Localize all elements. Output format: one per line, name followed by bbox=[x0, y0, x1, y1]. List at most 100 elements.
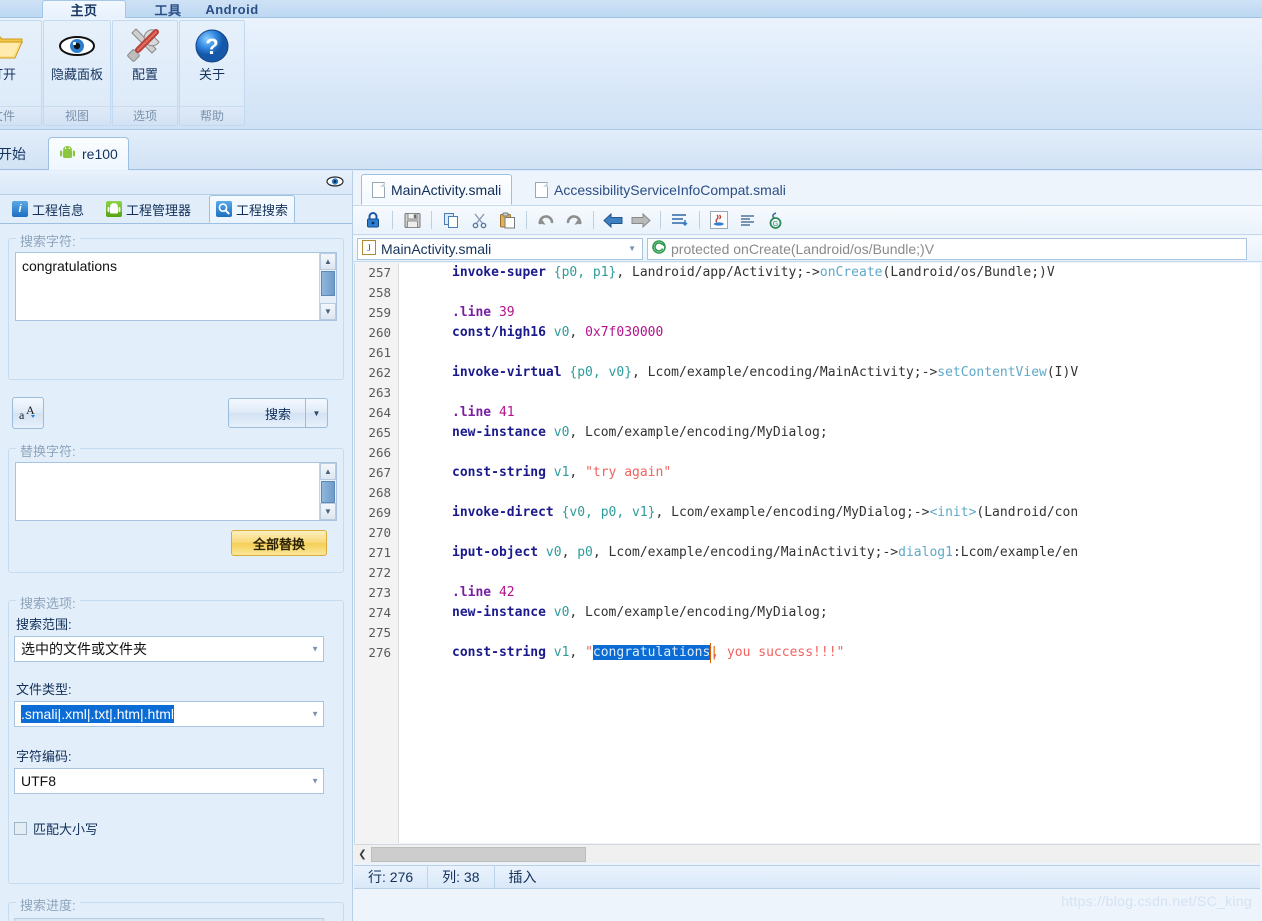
scroll-left-icon[interactable]: ❮ bbox=[354, 846, 371, 863]
ribbon-tab-home-label: 主页 bbox=[70, 3, 98, 18]
code-content[interactable]: invoke-super {p0, p1}, Landroid/app/Acti… bbox=[400, 263, 1260, 663]
code-line[interactable]: const-string v1, "congratulations|, you … bbox=[400, 643, 1260, 663]
align-icon[interactable] bbox=[735, 208, 759, 232]
sidebar-tab-project-info[interactable]: i 工程信息 bbox=[6, 195, 90, 223]
chevron-down-icon[interactable]: ▼ bbox=[311, 777, 319, 786]
code-line[interactable]: iput-object v0, p0, Lcom/example/encodin… bbox=[400, 543, 1260, 563]
code-line[interactable]: new-instance v0, Lcom/example/encoding/M… bbox=[400, 603, 1260, 623]
code-token: :Lcom/example/en bbox=[952, 545, 1079, 560]
code-line[interactable] bbox=[400, 623, 1260, 643]
sidebar-tab-project-manager[interactable]: 工程管理器 bbox=[100, 195, 197, 223]
code-token: <init> bbox=[929, 505, 977, 520]
ribbon-button-open[interactable]: 打开 文件 bbox=[0, 20, 42, 126]
paste-icon[interactable] bbox=[495, 208, 519, 232]
list-format-icon[interactable] bbox=[668, 208, 692, 232]
code-line[interactable]: .line 39 bbox=[400, 303, 1260, 323]
file-select[interactable]: J MainActivity.smali ▼ bbox=[357, 237, 643, 260]
code-line[interactable] bbox=[400, 283, 1260, 303]
line-number: 268 bbox=[368, 485, 391, 500]
editor-horizontal-scrollbar[interactable]: ❮ bbox=[354, 844, 1260, 863]
left-panel-header bbox=[0, 171, 352, 195]
cut-icon[interactable] bbox=[467, 208, 491, 232]
code-line[interactable]: invoke-direct {v0, p0, v1}, Lcom/example… bbox=[400, 503, 1260, 523]
code-editor[interactable]: 257 258 259 260 261 262 263 264 265 266 267 268 269 2… bbox=[354, 263, 1260, 843]
back-arrow-icon[interactable] bbox=[601, 208, 625, 232]
ribbon-about-label: 关于 bbox=[198, 67, 225, 82]
hide-panel-eye-icon[interactable] bbox=[326, 175, 344, 191]
line-number: 257 bbox=[368, 265, 391, 280]
replace-input-scrollbar[interactable]: ▲ ▼ bbox=[319, 463, 336, 520]
ribbon-hide-panel-label: 隐藏面板 bbox=[50, 67, 103, 82]
code-line[interactable]: .line 42 bbox=[400, 583, 1260, 603]
code-line[interactable]: const-string v1, "try again" bbox=[400, 463, 1260, 483]
scroll-up-icon[interactable]: ▲ bbox=[320, 253, 336, 270]
sidebar-tab-project-manager-label: 工程管理器 bbox=[126, 202, 192, 218]
code-line[interactable] bbox=[400, 563, 1260, 583]
code-line[interactable]: .line 41 bbox=[400, 403, 1260, 423]
scroll-down-icon[interactable]: ▼ bbox=[320, 303, 336, 320]
line-number: 272 bbox=[368, 565, 391, 580]
code-line[interactable]: invoke-super {p0, p1}, Landroid/app/Acti… bbox=[400, 263, 1260, 283]
lock-icon[interactable] bbox=[361, 208, 385, 232]
code-line[interactable] bbox=[400, 343, 1260, 363]
search-scope-select[interactable]: 选中的文件或文件夹 ▼ bbox=[14, 636, 324, 662]
code-line[interactable] bbox=[400, 443, 1260, 463]
ribbon-tab-android[interactable]: Android bbox=[190, 0, 274, 18]
ribbon-button-hide-panel[interactable]: 隐藏面板 视图 bbox=[43, 20, 111, 126]
sidebar-tab-project-search[interactable]: 工程搜索 bbox=[209, 195, 296, 223]
search-scope-value: 选中的文件或文件夹 bbox=[21, 641, 147, 657]
code-line[interactable]: invoke-virtual {p0, v0}, Lcom/example/en… bbox=[400, 363, 1260, 383]
chevron-down-icon[interactable]: ▼ bbox=[311, 645, 319, 654]
chevron-down-icon[interactable]: ▼ bbox=[628, 244, 636, 253]
encoding-select[interactable]: UTF8 ▼ bbox=[14, 768, 324, 794]
scroll-up-icon[interactable]: ▲ bbox=[320, 463, 336, 480]
ribbon-open-label: 打开 bbox=[0, 67, 16, 82]
save-icon[interactable] bbox=[400, 208, 424, 232]
match-case-label: 匹配大小写 bbox=[33, 822, 99, 837]
search-input[interactable]: congratulations ▲ ▼ bbox=[15, 252, 337, 321]
code-token: (Landroid/con bbox=[976, 505, 1079, 520]
editor-tab-accessibility[interactable]: AccessibilityServiceInfoCompat.smali bbox=[525, 174, 796, 205]
search-button[interactable]: 搜索 ▼ bbox=[228, 398, 328, 428]
file-type-select[interactable]: .smali|.xml|.txt|.htm|.html ▼ bbox=[14, 701, 324, 727]
match-case-checkbox-row[interactable]: 匹配大小写 bbox=[14, 819, 98, 838]
java-icon[interactable] bbox=[707, 208, 731, 232]
replace-input[interactable]: ▲ ▼ bbox=[15, 462, 337, 521]
search-input-scrollbar[interactable]: ▲ ▼ bbox=[319, 253, 336, 320]
project-search-pane: 搜索字符: congratulations ▲ ▼ a A 搜索 ▼ 替换字符:… bbox=[0, 223, 352, 921]
forward-arrow-icon[interactable] bbox=[629, 208, 653, 232]
android-icon bbox=[106, 201, 122, 217]
undo-icon[interactable] bbox=[534, 208, 558, 232]
code-line[interactable] bbox=[400, 383, 1260, 403]
goto-icon[interactable]: G bbox=[763, 208, 787, 232]
code-token: {v0, p0, v1} bbox=[561, 505, 656, 520]
code-token: v0 bbox=[545, 545, 562, 560]
redo-icon[interactable] bbox=[562, 208, 586, 232]
editor-tab-mainactivity[interactable]: MainActivity.smali bbox=[361, 174, 513, 205]
project-tab-start[interactable]: 开始 bbox=[0, 137, 36, 170]
ribbon-tab-home[interactable]: 主页 bbox=[42, 0, 126, 18]
code-line[interactable]: new-instance v0, Lcom/example/encoding/M… bbox=[400, 423, 1260, 443]
ribbon-button-about[interactable]: ? 关于 帮助 bbox=[179, 20, 245, 126]
line-number: 258 bbox=[368, 285, 391, 300]
chevron-down-icon[interactable]: ▼ bbox=[311, 710, 319, 719]
replace-all-button[interactable]: 全部替换 bbox=[231, 530, 327, 556]
code-line[interactable]: const/high16 v0, 0x7f030000 bbox=[400, 323, 1260, 343]
method-select[interactable]: protected onCreate(Landroid/os/Bundle;)V bbox=[647, 237, 1247, 260]
search-dropdown-arrow-icon[interactable]: ▼ bbox=[305, 399, 327, 427]
scroll-down-icon[interactable]: ▼ bbox=[320, 503, 336, 520]
ribbon-button-config[interactable]: 配置 选项 bbox=[112, 20, 178, 126]
code-token: , Lcom/example/encoding/MyDialog;-> bbox=[655, 505, 930, 520]
search-string-group-title: 搜索字符: bbox=[16, 231, 80, 250]
code-token: (I)V bbox=[1046, 365, 1079, 380]
project-tab-re100[interactable]: re100 bbox=[48, 137, 129, 170]
horizontal-scroll-thumb[interactable] bbox=[371, 846, 586, 862]
ribbon-tab-tools-label: 工具 bbox=[154, 2, 182, 18]
match-case-checkbox[interactable] bbox=[14, 822, 27, 835]
code-line[interactable] bbox=[400, 523, 1260, 543]
code-line[interactable] bbox=[400, 483, 1260, 503]
scroll-thumb[interactable] bbox=[321, 271, 335, 296]
scroll-thumb[interactable] bbox=[321, 481, 335, 503]
copy-icon[interactable] bbox=[439, 208, 463, 232]
match-case-toggle-button[interactable]: a A bbox=[12, 397, 44, 429]
